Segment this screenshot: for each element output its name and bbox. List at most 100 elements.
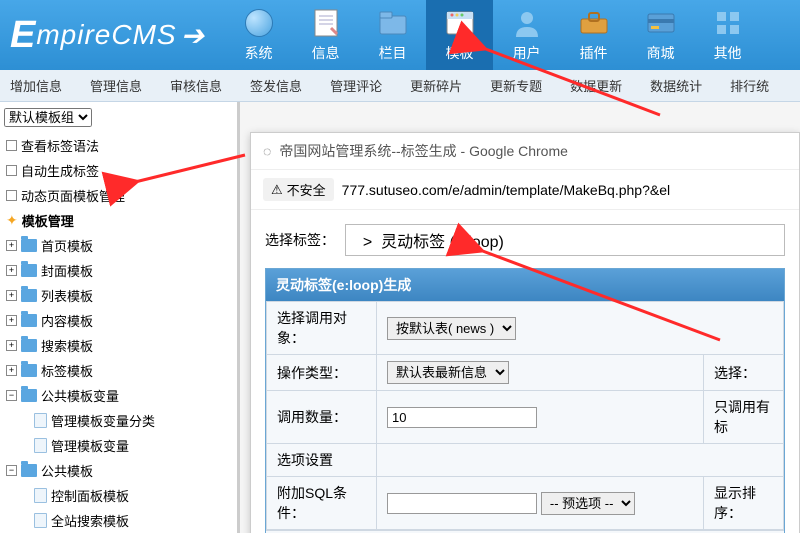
tree-item[interactable]: 动态页面模板管理: [4, 183, 233, 208]
toolbox-icon: [578, 7, 610, 39]
tree-item[interactable]: 自动生成标签: [4, 158, 233, 183]
popup-window: ◌ 帝国网站管理系统--标签生成 - Google Chrome ⚠ 不安全 7…: [250, 132, 800, 533]
row-right: 只调用有标: [704, 391, 784, 444]
document-icon: [310, 7, 342, 39]
folder-icon: [21, 264, 37, 277]
tree-label: 搜索模板: [41, 336, 93, 355]
globe-icon: [243, 7, 275, 39]
collapse-icon[interactable]: −: [6, 390, 17, 401]
tree-item[interactable]: + 封面模板: [4, 258, 233, 283]
top-navbar: EEmpireCMSmpireCMS➔ 系统 信息 栏目 模板 用户 插件 商城…: [0, 0, 800, 70]
tree-item[interactable]: + 搜索模板: [4, 333, 233, 358]
tree-subitem[interactable]: 控制面板模板: [4, 483, 233, 508]
expand-icon[interactable]: +: [6, 290, 17, 301]
nav-info[interactable]: 信息: [292, 0, 359, 70]
checkbox-icon: [6, 165, 17, 176]
tree-subitem[interactable]: 全站搜索模板: [4, 508, 233, 533]
tree-item[interactable]: +标签模板: [4, 358, 233, 383]
url-text: 777.sutuseo.com/e/admin/template/MakeBq.…: [342, 182, 670, 198]
tree-label: 公共模板: [41, 461, 93, 480]
nav-user[interactable]: 用户: [493, 0, 560, 70]
row-label: 选择调用对象：: [267, 302, 377, 355]
nav-shop[interactable]: 商城: [627, 0, 694, 70]
row-label: 操作类型：: [267, 355, 377, 391]
select-tag-label: 选择标签：: [265, 230, 335, 250]
folder-icon: [21, 339, 37, 352]
expand-icon[interactable]: +: [6, 315, 17, 326]
page-icon: [34, 438, 47, 453]
card-icon: [645, 7, 677, 39]
expand-icon[interactable]: +: [6, 365, 17, 376]
subnav-item[interactable]: 管理信息: [90, 76, 142, 95]
tree-label: 内容模板: [41, 311, 93, 330]
sql-input[interactable]: [387, 493, 537, 514]
target-select[interactable]: 按默认表( news ): [387, 317, 516, 340]
window-icon: [444, 7, 476, 39]
tree-item[interactable]: + 列表模板: [4, 283, 233, 308]
page-icon: [34, 488, 47, 503]
form-header: 灵动标签(e:loop)生成: [266, 269, 784, 301]
tree-item[interactable]: −公共模板变量: [4, 383, 233, 408]
nav-system[interactable]: 系统: [225, 0, 292, 70]
subnav-item[interactable]: 签发信息: [250, 76, 302, 95]
row-right: 显示排序：: [704, 477, 784, 530]
folder-icon: [21, 289, 37, 302]
nav-plugin[interactable]: 插件: [560, 0, 627, 70]
row-label: 附加SQL条件：: [267, 477, 377, 530]
subnav-item[interactable]: 更新碎片: [410, 76, 462, 95]
tree-item[interactable]: ✦模板管理: [4, 208, 233, 233]
subnav-item[interactable]: 排行统: [730, 76, 769, 95]
nav-other[interactable]: 其他: [694, 0, 761, 70]
sidebar: 默认模板组 查看标签语法自动生成标签动态页面模板管理 ✦模板管理 + 首页模板 + 封面模…: [0, 102, 240, 533]
popup-titlebar: ◌ 帝国网站管理系统--标签生成 - Google Chrome: [251, 133, 799, 170]
subnav-item[interactable]: 增加信息: [10, 76, 62, 95]
count-input[interactable]: [387, 407, 537, 428]
select-tag-input[interactable]: [345, 224, 785, 256]
tree-label: 管理模板变量: [51, 436, 129, 455]
row-label: 选项设置: [267, 444, 377, 477]
expand-icon[interactable]: +: [6, 240, 17, 251]
checkbox-icon: [6, 140, 17, 151]
tree-label: 管理模板变量分类: [51, 411, 155, 430]
subnav-item[interactable]: 审核信息: [170, 76, 222, 95]
collapse-icon[interactable]: −: [6, 465, 17, 476]
tree-label: 首页模板: [41, 236, 93, 255]
subnav-item[interactable]: 数据更新: [570, 76, 622, 95]
subnav-item[interactable]: 数据统计: [650, 76, 702, 95]
logo: EEmpireCMSmpireCMS➔: [0, 14, 225, 57]
nav-column[interactable]: 栏目: [359, 0, 426, 70]
tree-label: 动态页面模板管理: [21, 186, 125, 205]
op-type-select[interactable]: 默认表最新信息: [387, 361, 509, 384]
nav-template[interactable]: 模板: [426, 0, 493, 70]
grid-icon: [712, 7, 744, 39]
tree-item[interactable]: + 内容模板: [4, 308, 233, 333]
subnav-item[interactable]: 更新专题: [490, 76, 542, 95]
tree-label: 封面模板: [41, 261, 93, 280]
content-area: ◌ 帝国网站管理系统--标签生成 - Google Chrome ⚠ 不安全 7…: [240, 102, 800, 533]
page-icon: [34, 513, 47, 528]
tree-label: 查看标签语法: [21, 136, 99, 155]
chrome-icon: ◌: [263, 143, 271, 159]
tree-label: 控制面板模板: [51, 486, 129, 505]
tree-subitem[interactable]: 管理模板变量: [4, 433, 233, 458]
subnav-item[interactable]: 管理评论: [330, 76, 382, 95]
template-group-select[interactable]: 默认模板组: [4, 108, 92, 127]
folder-icon: [21, 314, 37, 327]
tree-label: 列表模板: [41, 286, 93, 305]
expand-icon[interactable]: +: [6, 265, 17, 276]
checkbox-icon: [6, 190, 17, 201]
tree-label: 自动生成标签: [21, 161, 99, 180]
tree-item[interactable]: − 公共模板: [4, 458, 233, 483]
nav-items: 系统 信息 栏目 模板 用户 插件 商城 其他: [225, 0, 761, 70]
tree-label: 模板管理: [22, 211, 74, 230]
popup-addressbar: ⚠ 不安全 777.sutuseo.com/e/admin/template/M…: [251, 170, 799, 210]
tree-item[interactable]: 查看标签语法: [4, 133, 233, 158]
expand-icon[interactable]: +: [6, 340, 17, 351]
user-icon: [511, 7, 543, 39]
folder-icon: [21, 389, 37, 402]
tree-subitem[interactable]: 管理模板变量分类: [4, 408, 233, 433]
tree-item[interactable]: + 首页模板: [4, 233, 233, 258]
sub-navbar: 增加信息 管理信息 审核信息 签发信息 管理评论 更新碎片 更新专题 数据更新 …: [0, 70, 800, 102]
folder-icon: [21, 239, 37, 252]
preset-select[interactable]: -- 预选项 --: [541, 492, 635, 515]
